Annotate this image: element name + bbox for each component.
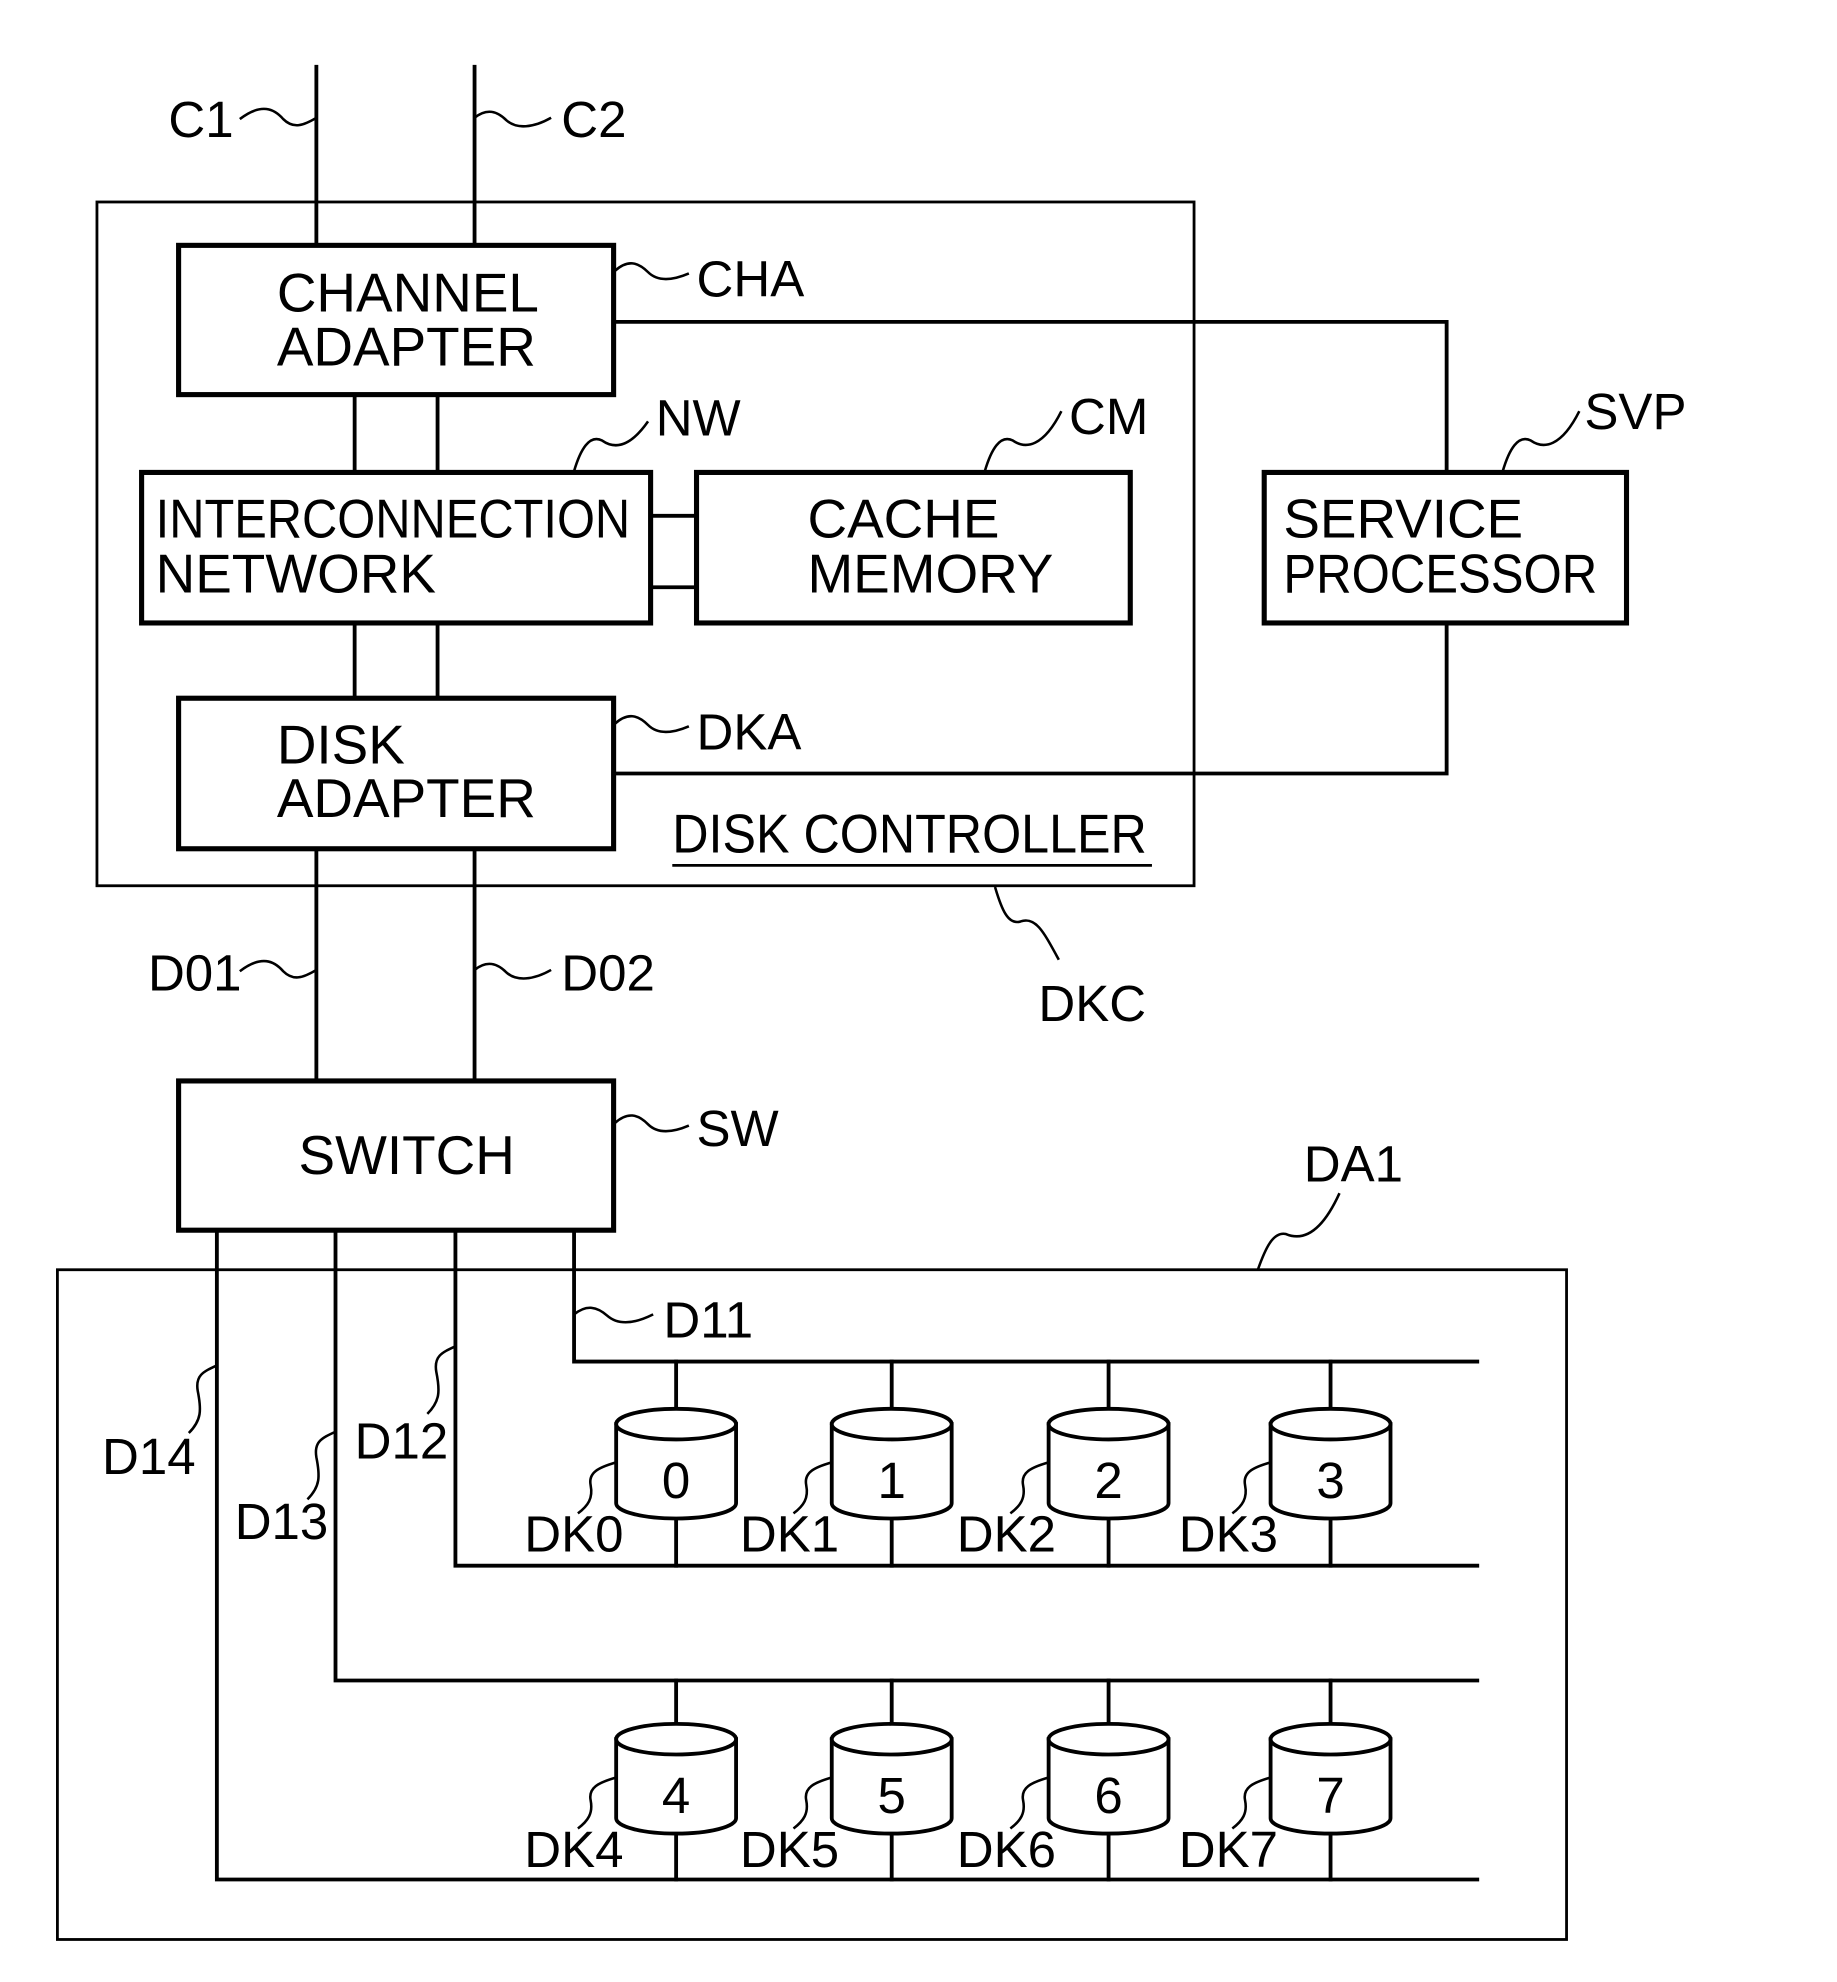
cache-memory-line2: MEMORY bbox=[808, 542, 1054, 604]
service-processor-line2: PROCESSOR bbox=[1283, 542, 1597, 604]
dka-leader bbox=[614, 714, 690, 734]
channel-c1-label: C1 bbox=[168, 91, 233, 148]
disk-adapter-line2: ADAPTER bbox=[277, 767, 536, 829]
disk-number: 6 bbox=[1094, 1767, 1122, 1824]
bus-d12-leader bbox=[426, 1345, 456, 1415]
disk-cylinder-top bbox=[829, 1406, 954, 1442]
bus-d11-label: D11 bbox=[663, 1291, 753, 1348]
disk-cylinder-top bbox=[614, 1721, 738, 1757]
sw-leader bbox=[614, 1114, 690, 1133]
cm-ref-label: CM bbox=[1069, 388, 1148, 445]
disk-controller-title: DISK CONTROLLER bbox=[672, 803, 1147, 865]
disk-number: 2 bbox=[1094, 1452, 1122, 1509]
disk-cylinder-top bbox=[829, 1721, 954, 1757]
bus-d14-label: D14 bbox=[102, 1428, 196, 1485]
disk-ref-label: DK3 bbox=[1179, 1506, 1278, 1563]
cha-ref-label: CHA bbox=[697, 250, 805, 307]
disk-cylinder-top bbox=[1268, 1406, 1393, 1442]
bus-d12-label: D12 bbox=[355, 1413, 449, 1470]
bus-d13-leader bbox=[306, 1430, 337, 1501]
channel-c2-label: C2 bbox=[561, 91, 626, 148]
disk-dk0: 0 DK0 bbox=[524, 1359, 738, 1568]
path-d02-label: D02 bbox=[561, 944, 655, 1001]
disk-number: 0 bbox=[662, 1452, 690, 1509]
disk-number: 4 bbox=[662, 1767, 690, 1824]
dkc-ref-label: DKC bbox=[1038, 975, 1146, 1032]
channel-c2-leader bbox=[473, 110, 552, 128]
path-d01-label: D01 bbox=[148, 944, 242, 1001]
disk-number: 7 bbox=[1316, 1767, 1344, 1824]
disk-dk5: 5 DK5 bbox=[740, 1678, 954, 1882]
interconnection-network-line2: NETWORK bbox=[156, 542, 436, 604]
disk-ref-label: DK5 bbox=[740, 1821, 839, 1878]
disk-dk1: 1 DK1 bbox=[740, 1359, 954, 1568]
dka-ref-label: DKA bbox=[697, 703, 802, 760]
disk-cylinder-top bbox=[1046, 1721, 1171, 1757]
disk-number: 3 bbox=[1316, 1452, 1344, 1509]
disk-ref-label: DK1 bbox=[740, 1506, 839, 1563]
disk-cylinder-top bbox=[614, 1406, 738, 1442]
service-processor-line1: SERVICE bbox=[1283, 487, 1523, 549]
channel-adapter-line2: ADAPTER bbox=[277, 315, 536, 377]
disk-ref-label: DK2 bbox=[957, 1506, 1056, 1563]
sw-ref-label: SW bbox=[697, 1100, 779, 1157]
disk-group: 0 DK0 1 DK1 2 DK2 3 DK3 4 DK4 5 DK5 6 DK6 7 DK7 bbox=[524, 1359, 1393, 1882]
channel-c1-leader bbox=[239, 107, 318, 127]
disk-number: 5 bbox=[878, 1767, 906, 1824]
cm-leader bbox=[983, 410, 1063, 472]
svp-ref-label: SVP bbox=[1584, 383, 1686, 440]
disk-dk6: 6 DK6 bbox=[957, 1678, 1171, 1882]
da1-ref-label: DA1 bbox=[1304, 1136, 1403, 1193]
interconnection-network-line1: INTERCONNECTION bbox=[156, 487, 631, 549]
disk-dk7: 7 DK7 bbox=[1179, 1678, 1393, 1882]
cache-memory-line1: CACHE bbox=[808, 487, 1000, 549]
disk-dk3: 3 DK3 bbox=[1179, 1359, 1393, 1568]
disk-cylinder-top bbox=[1268, 1721, 1393, 1757]
bus-d11-leader bbox=[573, 1306, 654, 1324]
disk-number: 1 bbox=[878, 1452, 906, 1509]
disk-ref-label: DK4 bbox=[524, 1821, 623, 1878]
da1-leader bbox=[1256, 1192, 1341, 1271]
disk-dk4: 4 DK4 bbox=[524, 1678, 738, 1882]
nw-ref-label: NW bbox=[656, 389, 741, 446]
disk-ref-label: DK6 bbox=[957, 1821, 1056, 1878]
bus-d14-leader bbox=[187, 1364, 218, 1434]
disk-cylinder-top bbox=[1046, 1406, 1171, 1442]
switch-label: SWITCH bbox=[299, 1124, 515, 1186]
disk-dk2: 2 DK2 bbox=[957, 1359, 1171, 1568]
nw-leader bbox=[572, 420, 650, 472]
cha-leader bbox=[614, 262, 690, 281]
path-d01-leader bbox=[239, 959, 318, 979]
bus-d13-label: D13 bbox=[235, 1493, 329, 1550]
disk-ref-label: DK0 bbox=[524, 1506, 623, 1563]
storage-system-diagram: C1 C2 CHANNEL ADAPTER CHA INTERCONNECTIO… bbox=[56, 64, 1687, 1941]
disk-ref-label: DK7 bbox=[1179, 1821, 1278, 1878]
path-d02-leader bbox=[473, 962, 552, 980]
dkc-leader bbox=[993, 886, 1060, 961]
svp-leader bbox=[1501, 410, 1581, 472]
